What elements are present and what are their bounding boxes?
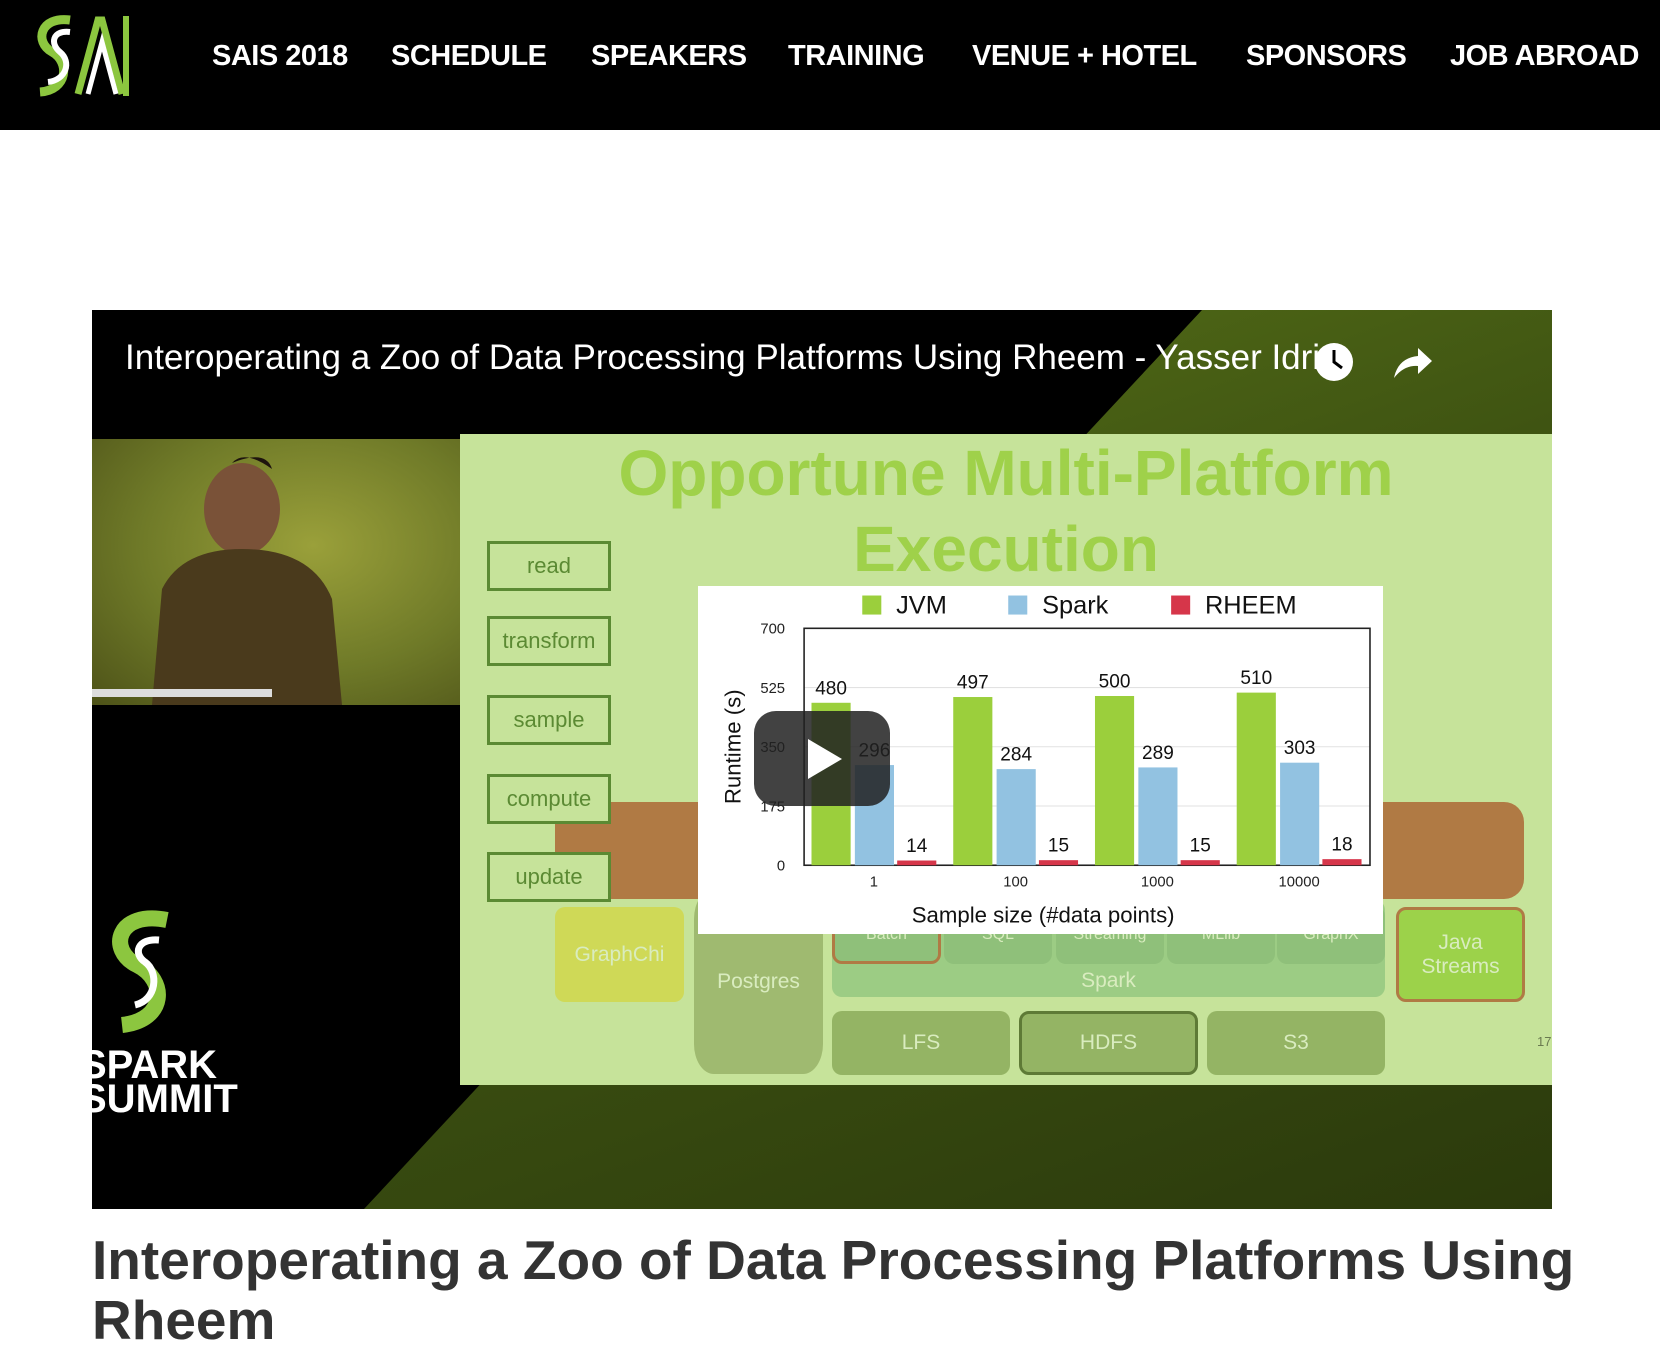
legend-label: JVM — [896, 592, 947, 620]
flow-sample: sample — [487, 695, 611, 745]
data-label: 15 — [1048, 836, 1069, 857]
legend-label: RHEEM — [1205, 592, 1297, 620]
nav-sponsors[interactable]: SPONSORS — [1246, 40, 1407, 73]
block-s3: S3 — [1207, 1011, 1385, 1075]
share-icon[interactable] — [1390, 340, 1434, 384]
spark-ai-summit-logo[interactable] — [30, 12, 134, 102]
bar-rheem — [1322, 859, 1362, 866]
top-nav: SAIS 2018 SCHEDULE SPEAKERS TRAINING VEN… — [0, 0, 1660, 130]
legend-swatch — [1008, 595, 1028, 615]
bar-rheem — [897, 860, 937, 866]
video-title[interactable]: Interoperating a Zoo of Data Processing … — [125, 338, 1349, 378]
slide-page-number: 17 — [1537, 1034, 1552, 1049]
video-player[interactable]: Opportune Multi-Platform Execution read … — [92, 310, 1552, 1209]
legend-swatch — [862, 595, 882, 615]
y-tick-label: 0 — [777, 859, 785, 875]
bar-rheem — [1180, 860, 1220, 866]
speaker-video — [92, 439, 460, 705]
data-label: 303 — [1284, 738, 1316, 759]
legend-label: Spark — [1042, 592, 1109, 620]
flow-read: read — [487, 541, 611, 591]
slide-title-line1: Opportune Multi-Platform — [618, 437, 1394, 509]
flow-update: update — [487, 852, 611, 902]
flow-transform: transform — [487, 616, 611, 666]
bar-jvm — [953, 697, 993, 866]
block-java-streams: Java Streams — [1396, 907, 1525, 1002]
nav-speakers[interactable]: SPEAKERS — [591, 40, 747, 73]
bar-jvm — [1094, 696, 1135, 866]
x-tick-label: 100 — [1003, 874, 1028, 890]
bar-spark — [1280, 762, 1320, 866]
y-axis-label: Runtime (s) — [721, 689, 746, 804]
block-lfs: LFS — [832, 1011, 1010, 1075]
speaker-figure — [92, 457, 342, 705]
bar-spark — [996, 769, 1036, 866]
block-graphchi: GraphChi — [555, 907, 684, 1002]
data-label: 289 — [1142, 743, 1174, 764]
legend-swatch — [1171, 595, 1191, 615]
clock-icon[interactable] — [1312, 340, 1356, 384]
nav-sais-2018[interactable]: SAIS 2018 — [212, 40, 348, 73]
y-tick-label: 525 — [760, 681, 785, 697]
data-label: 14 — [906, 836, 928, 857]
data-label: 480 — [815, 678, 847, 699]
nav-training[interactable]: TRAINING — [788, 40, 925, 73]
bar-rheem — [1038, 860, 1079, 866]
nav-schedule[interactable]: SCHEDULE — [391, 40, 547, 73]
data-label: 497 — [957, 673, 989, 694]
x-axis-label: Sample size (#data points) — [912, 902, 1175, 927]
data-label: 510 — [1240, 668, 1272, 689]
watermark-line2: SUMMIT — [92, 1077, 238, 1121]
block-hdfs: HDFS — [1019, 1011, 1198, 1075]
y-tick-label: 700 — [760, 622, 785, 638]
data-label: 284 — [1000, 745, 1032, 766]
page-title: Interoperating a Zoo of Data Processing … — [92, 1229, 1575, 1351]
data-label: 500 — [1099, 672, 1131, 693]
data-label: 15 — [1190, 836, 1211, 857]
play-button[interactable] — [754, 711, 890, 806]
x-tick-label: 10000 — [1279, 874, 1320, 890]
x-tick-label: 1 — [870, 874, 878, 890]
bar-jvm — [1236, 692, 1276, 866]
slide-title-line2: Execution — [853, 513, 1159, 585]
spark-summit-watermark: SPARK SUMMIT — [92, 910, 238, 1120]
nav-venue-hotel[interactable]: VENUE + HOTEL — [972, 40, 1197, 73]
presentation-slide: Opportune Multi-Platform Execution read … — [460, 434, 1552, 1085]
nav-job-abroad[interactable]: JOB ABROAD — [1450, 40, 1639, 73]
flow-compute: compute — [487, 774, 611, 824]
x-tick-label: 1000 — [1141, 874, 1174, 890]
data-label: 18 — [1331, 835, 1352, 856]
bar-spark — [1138, 767, 1178, 866]
